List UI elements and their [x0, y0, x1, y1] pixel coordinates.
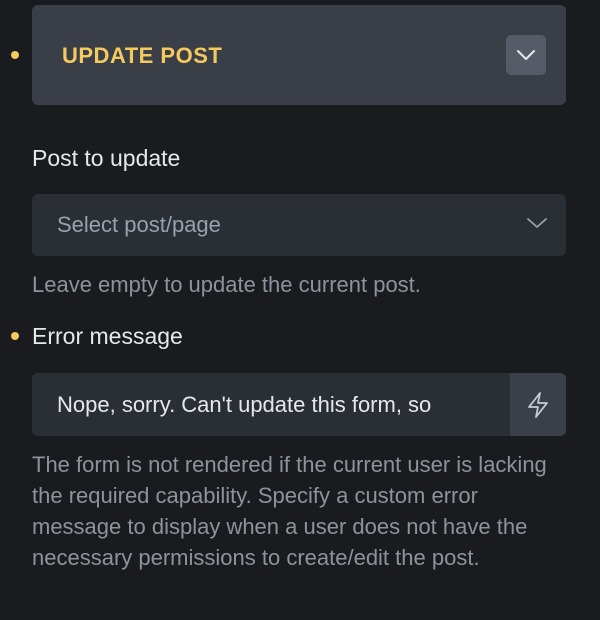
chevron-down-icon: [527, 218, 547, 228]
group-toggle-button[interactable]: [506, 35, 546, 75]
settings-panel: UPDATE POST Post to update Select post/p…: [0, 0, 600, 620]
error-message-help: The form is not rendered if the current …: [32, 452, 547, 570]
error-message-label: Error message: [32, 323, 183, 349]
modified-indicator-dot: [11, 51, 19, 59]
chevron-down-icon: [517, 50, 535, 60]
dynamic-data-button[interactable]: [510, 373, 566, 436]
post-to-update-help: Leave empty to update the current post.: [32, 272, 421, 297]
error-message-field[interactable]: Nope, sorry. Can't update this form, so: [32, 373, 566, 436]
modified-indicator-dot: [11, 332, 19, 340]
post-select-placeholder: Select post/page: [57, 212, 221, 237]
update-post-group-header[interactable]: UPDATE POST: [32, 5, 566, 105]
post-select[interactable]: Select post/page: [32, 194, 566, 256]
group-title: UPDATE POST: [62, 43, 223, 68]
post-to-update-label: Post to update: [32, 145, 181, 171]
lightning-icon: [528, 391, 548, 418]
error-message-input[interactable]: Nope, sorry. Can't update this form, so: [57, 392, 522, 422]
